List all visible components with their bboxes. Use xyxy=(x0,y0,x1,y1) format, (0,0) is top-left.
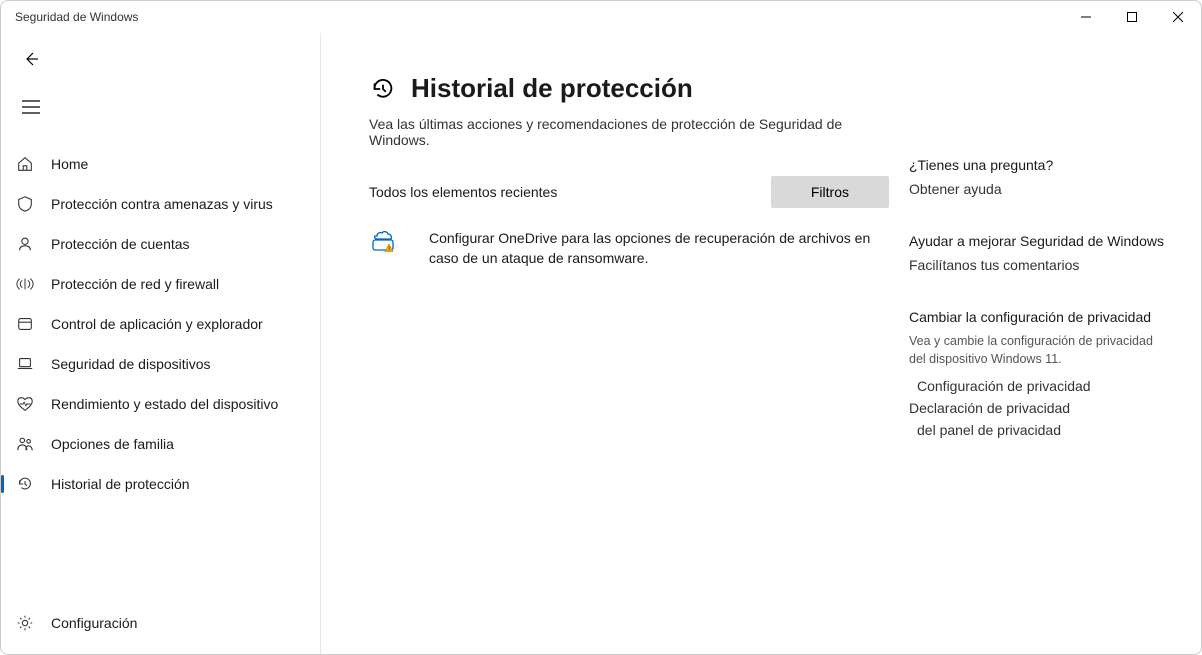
history-icon xyxy=(369,75,397,103)
nav-item-appcontrol[interactable]: Control de aplicación y explorador xyxy=(1,305,320,343)
titlebar: Seguridad de Windows xyxy=(1,1,1201,33)
history-item-text: Configurar OneDrive para las opciones de… xyxy=(429,228,889,269)
page-header: Historial de protección xyxy=(369,73,889,104)
filters-button[interactable]: Filtros xyxy=(771,176,889,208)
app-icon xyxy=(15,314,35,334)
nav-label: Configuración xyxy=(51,615,137,631)
nav-item-health[interactable]: Rendimiento y estado del dispositivo xyxy=(1,385,320,423)
nav-item-virus[interactable]: Protección contra amenazas y virus xyxy=(1,185,320,223)
wifi-icon xyxy=(15,274,35,294)
privacy-settings-link[interactable]: Configuración de privacidad xyxy=(917,378,1173,394)
nav-item-settings[interactable]: Configuración xyxy=(1,604,320,642)
aside-panel: ¿Tienes una pregunta? Obtener ayuda Ayud… xyxy=(909,73,1173,634)
nav-label: Protección de cuentas xyxy=(51,236,190,252)
content-area: Historial de protección Vea las últimas … xyxy=(321,33,1201,654)
nav-item-devicesec[interactable]: Seguridad de dispositivos xyxy=(1,345,320,383)
nav-item-family[interactable]: Opciones de familia xyxy=(1,425,320,463)
nav-label: Control de aplicación y explorador xyxy=(51,316,263,332)
window-controls xyxy=(1063,1,1201,33)
family-icon xyxy=(15,434,35,454)
recent-label: Todos los elementos recientes xyxy=(369,184,557,200)
nav-list: Home Protección contra amenazas y virus … xyxy=(1,145,320,604)
gear-icon xyxy=(15,613,35,633)
history-item[interactable]: ! Configurar OneDrive para las opciones … xyxy=(369,226,889,273)
close-button[interactable] xyxy=(1155,1,1201,33)
maximize-button[interactable] xyxy=(1109,1,1155,33)
window-title: Seguridad de Windows xyxy=(15,10,138,24)
home-icon xyxy=(15,154,35,174)
shield-icon xyxy=(15,194,35,214)
aside-heading: ¿Tienes una pregunta? xyxy=(909,157,1173,173)
feedback-link[interactable]: Facilítanos tus comentarios xyxy=(909,257,1173,273)
nav-label: Rendimiento y estado del dispositivo xyxy=(51,396,278,412)
person-icon xyxy=(15,234,35,254)
nav-label: Historial de protección xyxy=(51,476,190,492)
back-button[interactable] xyxy=(11,41,51,77)
hamburger-button[interactable] xyxy=(11,89,51,125)
nav-item-firewall[interactable]: Protección de red y firewall xyxy=(1,265,320,303)
recent-row: Todos los elementos recientes Filtros xyxy=(369,176,889,208)
history-icon xyxy=(15,474,35,494)
page-title: Historial de protección xyxy=(411,73,693,104)
aside-desc: Vea y cambie la configuración de privaci… xyxy=(909,333,1173,368)
aside-heading: Cambiar la configuración de privacidad xyxy=(909,309,1173,325)
onedrive-warning-icon: ! xyxy=(369,230,397,252)
heart-icon xyxy=(15,394,35,414)
laptop-icon xyxy=(15,354,35,374)
nav-label: Opciones de familia xyxy=(51,436,174,452)
sidebar: Home Protección contra amenazas y virus … xyxy=(1,33,321,654)
privacy-panel-link[interactable]: del panel de privacidad xyxy=(917,422,1173,438)
nav-label: Home xyxy=(51,156,88,172)
nav-item-account[interactable]: Protección de cuentas xyxy=(1,225,320,263)
aside-improve: Ayudar a mejorar Seguridad de Windows Fa… xyxy=(909,233,1173,273)
nav-item-home[interactable]: Home xyxy=(1,145,320,183)
aside-heading: Ayudar a mejorar Seguridad de Windows xyxy=(909,233,1173,249)
nav-label: Protección contra amenazas y virus xyxy=(51,196,273,212)
minimize-button[interactable] xyxy=(1063,1,1109,33)
aside-privacy: Cambiar la configuración de privacidad V… xyxy=(909,309,1173,438)
nav-label: Protección de red y firewall xyxy=(51,276,219,292)
nav-label: Seguridad de dispositivos xyxy=(51,356,211,372)
nav-item-history[interactable]: Historial de protección xyxy=(1,465,320,503)
get-help-link[interactable]: Obtener ayuda xyxy=(909,181,1173,197)
privacy-statement-link[interactable]: Declaración de privacidad xyxy=(909,400,1173,416)
page-description: Vea las últimas acciones y recomendacion… xyxy=(369,116,889,148)
aside-question: ¿Tienes una pregunta? Obtener ayuda xyxy=(909,157,1173,197)
